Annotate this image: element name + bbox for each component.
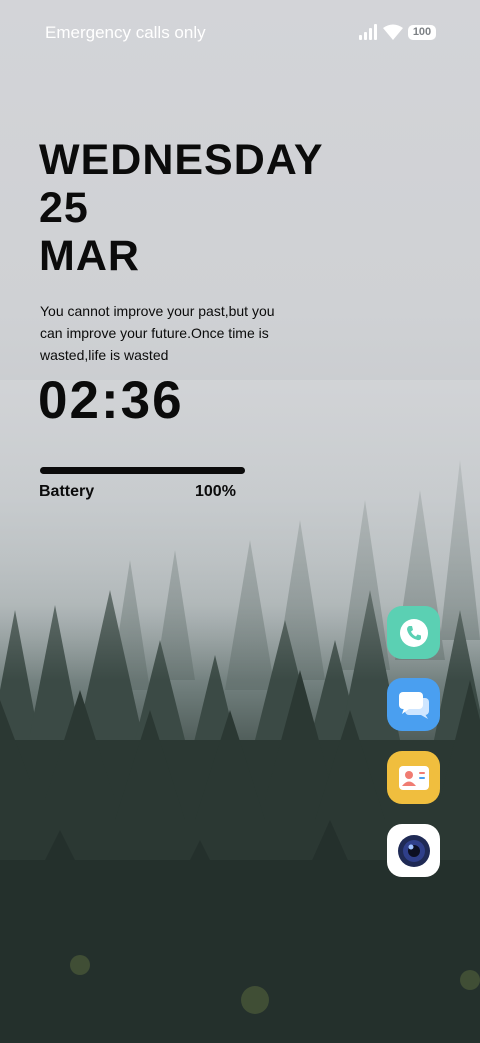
battery-progress-fill (40, 467, 245, 474)
camera-icon (397, 834, 430, 867)
signal-icon (359, 24, 377, 40)
battery-progress-track (40, 467, 245, 474)
date-block: WEDNESDAY 25 MAR (39, 136, 324, 280)
clock: 02:36 (38, 371, 184, 430)
phone-app-button[interactable] (387, 606, 440, 659)
contacts-icon (398, 765, 429, 790)
status-bar: Emergency calls only 100 (0, 0, 480, 66)
battery-label: Battery (39, 483, 95, 500)
carrier-text: Emergency calls only (45, 23, 206, 42)
messages-icon (398, 691, 429, 719)
phone-icon (399, 618, 428, 647)
month: MAR (39, 232, 140, 280)
lock-screen: Emergency calls only 100 WEDNESDAY 25 MA… (0, 0, 480, 1043)
contacts-app-button[interactable] (387, 751, 440, 804)
battery-value: 100% (195, 483, 236, 500)
messages-app-button[interactable] (387, 678, 440, 731)
quote-text: You cannot improve your past,but you can… (40, 303, 275, 363)
wifi-icon (383, 24, 403, 40)
camera-app-button[interactable] (387, 824, 440, 877)
day-number: 25 (39, 184, 89, 232)
day-of-week: WEDNESDAY (39, 136, 324, 184)
battery-icon: 100 (408, 25, 436, 40)
